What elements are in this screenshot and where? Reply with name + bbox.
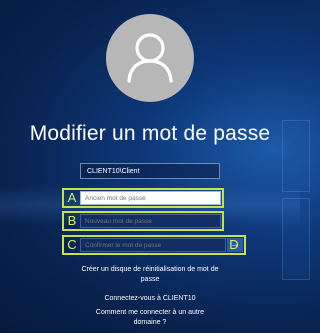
confirm-password-input[interactable] [80, 238, 226, 252]
user-avatar [106, 14, 194, 102]
annotation-letter-a: A [67, 190, 77, 205]
annotation-letter-c: C [67, 237, 77, 252]
create-reset-disk-link[interactable]: Créer un disque de réinitialisation de m… [75, 265, 225, 285]
confirm-password-field-group: C → [62, 235, 246, 255]
user-icon [127, 33, 173, 83]
annotation-letter-d: D [229, 237, 239, 252]
windows-logo-pane-bottom [282, 198, 310, 280]
other-domain-link[interactable]: Comment me connecter à un autre domaine … [90, 308, 210, 328]
new-password-input[interactable] [80, 214, 221, 228]
page-title: Modifier un mot de passe [29, 122, 271, 145]
username-label: CLIENT10\Client [80, 163, 220, 179]
new-password-field-group: B [62, 211, 224, 231]
old-password-field-group: A [62, 188, 224, 208]
connect-to-machine-link[interactable]: Connectez-vous à CLIENT10 [0, 294, 300, 304]
old-password-input[interactable] [80, 191, 221, 205]
annotation-letter-b: B [67, 213, 77, 228]
